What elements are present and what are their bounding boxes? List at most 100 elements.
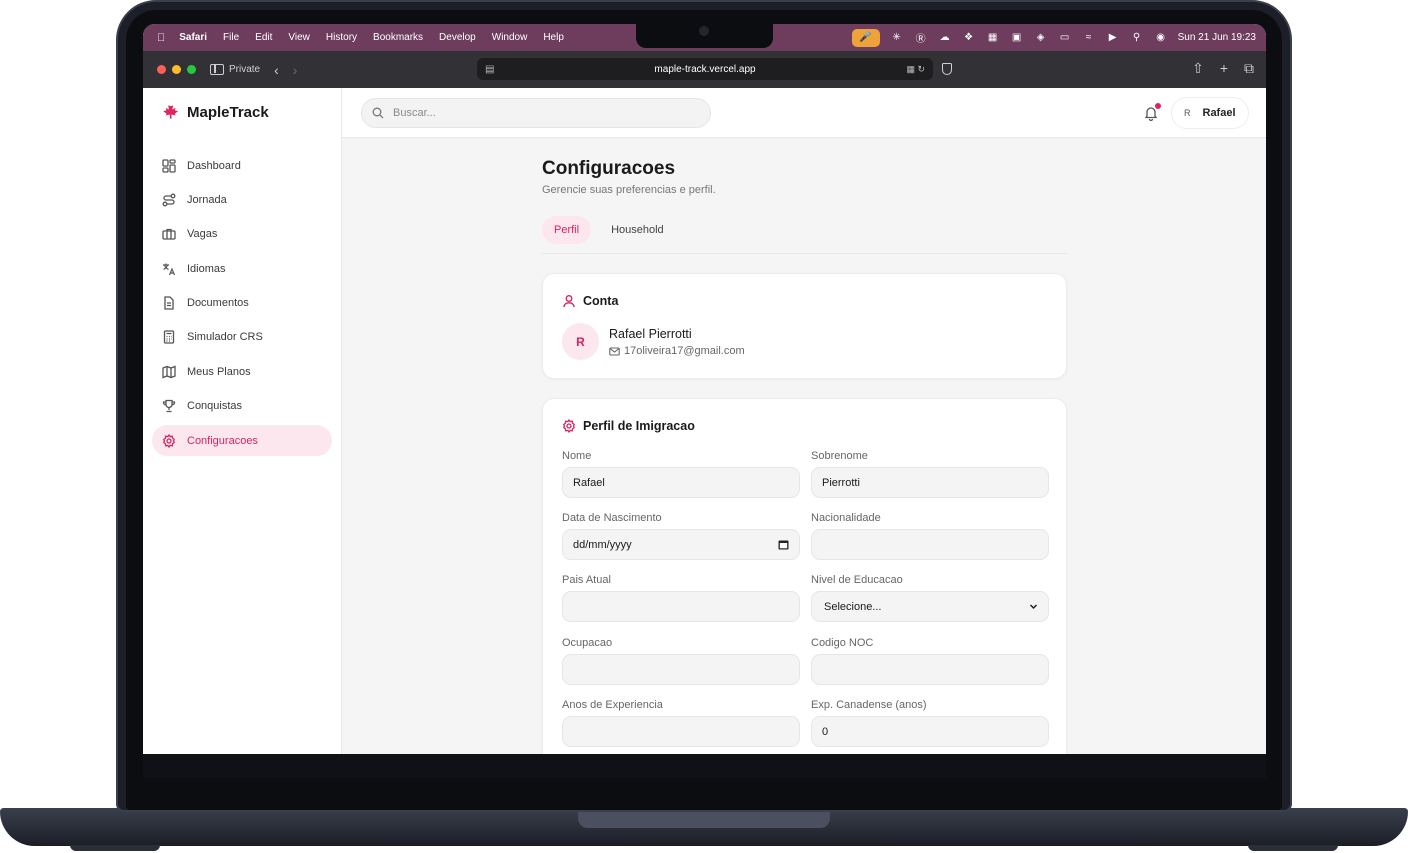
sidebar-item-meus-planos[interactable]: Meus Planos xyxy=(152,356,332,387)
user-name: Rafael xyxy=(1202,107,1236,119)
search-icon xyxy=(372,107,384,119)
menu-file[interactable]: File xyxy=(223,32,239,43)
wifi-icon[interactable]: ≈ xyxy=(1082,32,1096,44)
camera-icon xyxy=(699,26,709,36)
account-heading-text: Conta xyxy=(583,294,619,308)
apple-icon[interactable]:  xyxy=(157,32,165,44)
sidebar-item-simulador-crs[interactable]: Simulador CRS xyxy=(152,322,332,353)
sidebar-item-jornada[interactable]: Jornada xyxy=(152,184,332,215)
chevron-down-icon xyxy=(1029,602,1038,611)
sidebar-item-label: Jornada xyxy=(187,193,227,206)
experiencia-field[interactable] xyxy=(562,716,800,747)
menubar-clock[interactable]: Sun 21 Jun 19:23 xyxy=(1178,32,1256,43)
tab-overview-icon[interactable]: ⧉ xyxy=(1244,60,1254,77)
nacionalidade-field[interactable] xyxy=(811,529,1049,560)
sidebar-nav: Dashboard Jornada Vagas Idiomas Document… xyxy=(152,150,332,460)
menu-window[interactable]: Window xyxy=(492,32,528,43)
pais-atual-field[interactable] xyxy=(562,591,800,622)
window-manager-icon[interactable]: ▦ xyxy=(986,32,1000,44)
laptop-mockup:  Safari File Edit View History Bookmark… xyxy=(0,0,1408,853)
educacao-select[interactable]: Selecione... xyxy=(811,591,1049,622)
sidebar-item-label: Simulador CRS xyxy=(187,331,263,344)
maple-leaf-icon xyxy=(163,102,179,119)
menu-edit[interactable]: Edit xyxy=(255,32,272,43)
account-name: Rafael Pierrotti xyxy=(609,327,692,341)
play-circle-icon[interactable]: ▶ xyxy=(1106,32,1120,44)
sidebar-toggle[interactable]: Private xyxy=(210,64,260,75)
brand[interactable]: MapleTrack xyxy=(159,102,269,122)
sidebar-item-dashboard[interactable]: Dashboard xyxy=(152,150,332,181)
microphone-icon[interactable]: 🎤 xyxy=(851,28,880,47)
battery-icon[interactable]: ▭ xyxy=(1058,32,1072,44)
calculator-icon xyxy=(161,329,177,345)
menu-bookmarks[interactable]: Bookmarks xyxy=(373,32,423,43)
noc-field[interactable] xyxy=(811,654,1049,685)
sidebar-item-label: Dashboard xyxy=(187,159,241,172)
app-topbar: Buscar... R Rafael xyxy=(342,88,1266,138)
search-placeholder: Buscar... xyxy=(393,107,436,119)
menu-help[interactable]: Help xyxy=(543,32,564,43)
tab-household[interactable]: Household xyxy=(599,216,676,244)
app-sidebar: MapleTrack Dashboard Jornada Vagas Idiom… xyxy=(143,88,342,754)
share-icon[interactable]: ⇧ xyxy=(1192,60,1204,77)
menu-history[interactable]: History xyxy=(326,32,357,43)
nome-field[interactable]: Rafael xyxy=(562,467,800,498)
user-menu-button[interactable]: R Rafael xyxy=(1171,97,1249,129)
route-icon xyxy=(161,192,177,208)
educacao-label: Nivel de Educacao xyxy=(811,574,903,586)
clipboard-icon[interactable]: ▣ xyxy=(1010,32,1024,44)
forward-icon[interactable]: › xyxy=(293,62,298,78)
close-window-button[interactable] xyxy=(157,65,166,74)
back-icon[interactable]: ‹ xyxy=(274,62,279,78)
immigration-card-heading: Perfil de Imigracao xyxy=(562,419,695,433)
sidebar-item-vagas[interactable]: Vagas xyxy=(152,219,332,250)
search-input[interactable]: Buscar... xyxy=(361,98,711,128)
account-card: Conta R Rafael Pierrotti 17oliveira17@gm… xyxy=(542,273,1067,379)
safari-toolbar: Private ‹ › ▤ maple-track.vercel.app ▦ ↻… xyxy=(143,51,1266,88)
birthdate-value: dd/mm/yyyy xyxy=(573,538,632,551)
menubar-status-area: 🎤 ✳ Ⓡ ☁ ❖ ▦ ▣ ◈ ▭ ≈ ▶ ⚲ ◉ Sun 21 Jun 19:… xyxy=(851,24,1256,51)
dashboard-icon xyxy=(161,158,177,174)
figma-icon[interactable]: ◈ xyxy=(1034,32,1048,44)
extension-icon[interactable]: ❖ xyxy=(962,32,976,44)
new-tab-icon[interactable]: + xyxy=(1220,60,1228,77)
notification-badge xyxy=(1155,103,1161,109)
calendar-icon[interactable] xyxy=(778,539,789,550)
birthdate-field[interactable]: dd/mm/yyyy xyxy=(562,529,800,560)
briefcase-icon xyxy=(161,226,177,242)
private-label: Private xyxy=(229,64,261,75)
sidebar-item-configuracoes[interactable]: Configuracoes xyxy=(152,425,332,457)
exp-canadense-field[interactable]: 0 xyxy=(811,716,1049,747)
translate-reload-icon[interactable]: ▦ ↻ xyxy=(906,64,925,75)
page-menu-icon[interactable]: ▤ xyxy=(485,64,494,75)
exp-canadense-label: Exp. Canadense (anos) xyxy=(811,699,927,711)
mail-icon xyxy=(609,346,620,356)
sparkle-icon[interactable]: ✳ xyxy=(890,32,904,44)
address-bar[interactable]: ▤ maple-track.vercel.app ▦ ↻ xyxy=(477,58,933,80)
sidebar-item-documentos[interactable]: Documentos xyxy=(152,288,332,319)
control-center-icon[interactable]: ◉ xyxy=(1154,32,1168,44)
sidebar-item-conquistas[interactable]: Conquistas xyxy=(152,391,332,422)
sobrenome-field[interactable]: Pierrotti xyxy=(811,467,1049,498)
sidebar-item-label: Configuracoes xyxy=(187,434,258,447)
sobrenome-label: Sobrenome xyxy=(811,450,868,462)
educacao-selected-value: Selecione... xyxy=(824,600,882,613)
ocupacao-field[interactable] xyxy=(562,654,800,685)
privacy-shield-icon[interactable] xyxy=(942,63,952,75)
sidebar-item-idiomas[interactable]: Idiomas xyxy=(152,253,332,284)
tab-perfil[interactable]: Perfil xyxy=(542,216,592,244)
minimize-window-button[interactable] xyxy=(172,65,181,74)
zoom-window-button[interactable] xyxy=(187,65,196,74)
camera-notch xyxy=(636,24,773,48)
menu-view[interactable]: View xyxy=(288,32,310,43)
account-avatar: R xyxy=(562,323,599,360)
spotlight-search-icon[interactable]: ⚲ xyxy=(1130,32,1144,44)
menu-app-name[interactable]: Safari xyxy=(179,32,207,43)
settings-tabs: Perfil Household xyxy=(542,216,1067,254)
grammarly-icon[interactable]: Ⓡ xyxy=(914,32,928,45)
menu-develop[interactable]: Develop xyxy=(439,32,476,43)
sidebar-item-label: Conquistas xyxy=(187,400,243,413)
account-email: 17oliveira17@gmail.com xyxy=(624,345,745,357)
cloud-icon[interactable]: ☁ xyxy=(938,32,952,44)
ocupacao-label: Ocupacao xyxy=(562,637,613,649)
